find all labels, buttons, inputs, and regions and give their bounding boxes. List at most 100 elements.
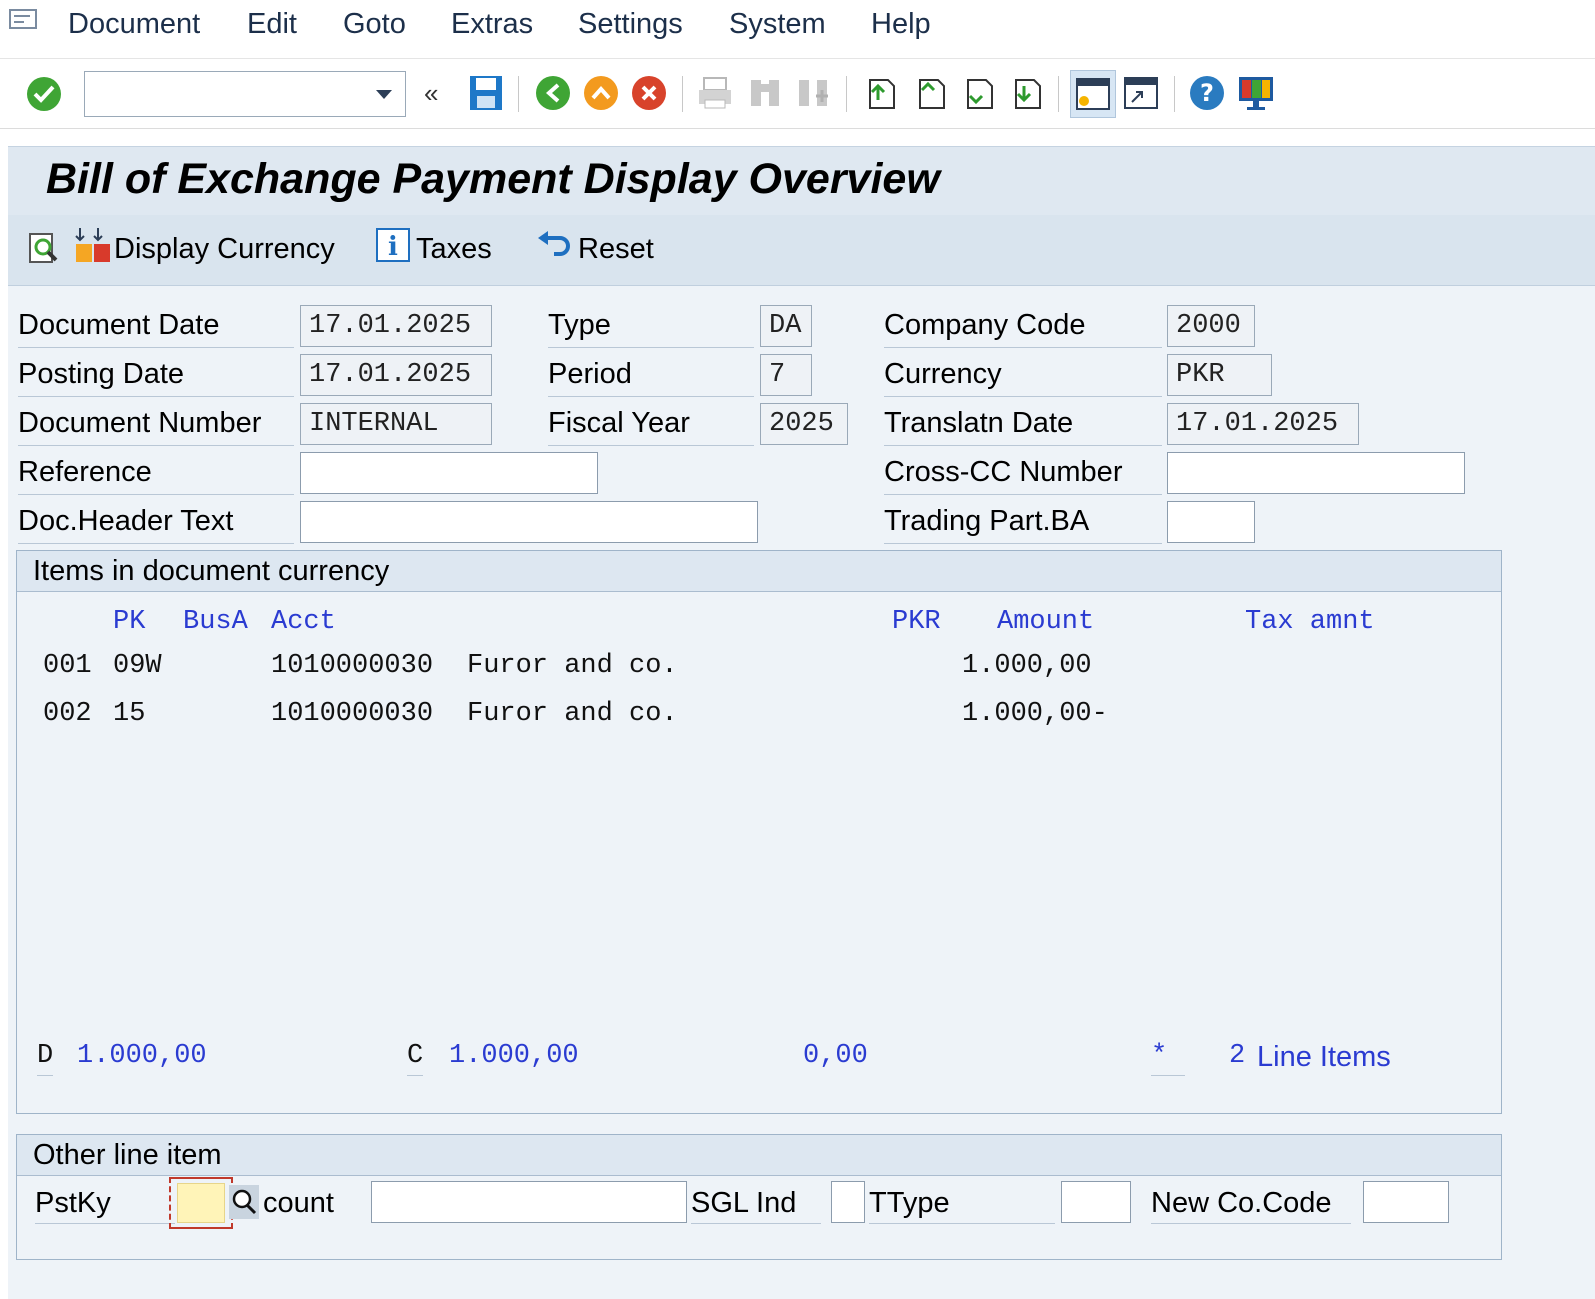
debit-total: 1.000,00 — [77, 1041, 207, 1071]
menu-help[interactable]: Help — [871, 8, 931, 41]
items-group: Items in document currency PK BusA Acct … — [16, 550, 1502, 1114]
doc-header-text-label: Doc.Header Text — [18, 501, 294, 544]
row-pk: 15 — [113, 699, 146, 729]
other-line-item-title: Other line item — [17, 1135, 1501, 1176]
document-date-field[interactable]: 17.01.2025 — [300, 305, 492, 347]
table-row[interactable]: 002 15 1010000030 Furor and co. 1.000,00… — [17, 695, 1501, 735]
back-icon[interactable] — [534, 74, 572, 114]
pstky-field[interactable] — [177, 1183, 225, 1223]
display-currency-label: Display Currency — [114, 232, 335, 265]
menu-goto[interactable]: Goto — [343, 8, 406, 41]
pstky-label: PstKy — [35, 1183, 175, 1224]
svg-text:?: ? — [1200, 79, 1214, 107]
menu-settings[interactable]: Settings — [578, 8, 683, 41]
other-line-item-group: Other line item PstKy count SGL Ind TTyp… — [16, 1134, 1502, 1260]
company-code-label: Company Code — [884, 305, 1162, 348]
currency-field[interactable]: PKR — [1167, 354, 1272, 396]
previous-page-icon[interactable] — [910, 74, 948, 114]
reset-label: Reset — [578, 232, 654, 265]
menu-system[interactable]: System — [729, 8, 826, 41]
menu-bar: Document Edit Goto Extras Settings Syste… — [0, 0, 1595, 59]
search-help-icon[interactable] — [229, 1185, 259, 1219]
help-icon[interactable]: ? — [1188, 74, 1226, 114]
posting-date-label: Posting Date — [18, 354, 294, 397]
translatn-date-field[interactable]: 17.01.2025 — [1167, 403, 1359, 445]
type-field[interactable]: DA — [760, 305, 812, 347]
row-amount: 1.000,00- — [962, 699, 1108, 729]
display-currency-button[interactable]: Display Currency — [74, 228, 335, 269]
collapse-icon[interactable]: « — [424, 78, 462, 118]
reset-button[interactable]: Reset — [536, 229, 654, 269]
trading-part-ba-label: Trading Part.BA — [884, 501, 1162, 544]
type-label: Type — [548, 305, 754, 348]
balance-total: 0,00 — [803, 1041, 868, 1071]
account-field[interactable] — [371, 1181, 687, 1223]
taxes-button[interactable]: i Taxes — [376, 228, 492, 270]
info-icon: i — [376, 228, 410, 270]
translatn-date-label: Translatn Date — [884, 403, 1162, 446]
reference-field[interactable] — [300, 452, 598, 494]
page-title: Bill of Exchange Payment Display Overvie… — [46, 155, 940, 203]
row-account-name: Furor and co. — [467, 699, 678, 729]
enter-icon[interactable] — [24, 74, 62, 114]
cancel-icon[interactable] — [630, 74, 668, 114]
posting-date-field[interactable]: 17.01.2025 — [300, 354, 492, 396]
period-label: Period — [548, 354, 754, 397]
next-page-icon[interactable] — [958, 74, 996, 114]
cross-cc-number-field[interactable] — [1167, 452, 1465, 494]
new-co-code-label: New Co.Code — [1151, 1183, 1351, 1224]
menu-document[interactable]: Document — [68, 8, 200, 41]
document-number-field[interactable]: INTERNAL — [300, 403, 492, 445]
account-label: count — [263, 1187, 334, 1219]
column-currency: PKR — [892, 607, 941, 637]
command-dropdown-icon[interactable] — [375, 88, 393, 106]
print-icon[interactable] — [696, 74, 734, 114]
row-account: 1010000030 — [271, 651, 434, 681]
debit-label: D — [37, 1041, 54, 1076]
credit-total: 1.000,00 — [449, 1041, 579, 1071]
column-tax-amount: Tax amnt — [1245, 607, 1375, 637]
reference-label: Reference — [18, 452, 294, 495]
trading-part-ba-field[interactable] — [1167, 501, 1255, 543]
command-field[interactable] — [84, 71, 406, 117]
menu-extras[interactable]: Extras — [451, 8, 533, 41]
exit-icon[interactable] — [582, 74, 620, 114]
customize-layout-icon[interactable] — [1236, 74, 1274, 114]
create-session-icon[interactable] — [1070, 70, 1116, 118]
first-page-icon[interactable] — [860, 74, 898, 114]
find-icon[interactable] — [746, 74, 784, 114]
row-pk: 09W — [113, 651, 162, 681]
cross-cc-number-label: Cross-CC Number — [884, 452, 1162, 495]
row-account: 1010000030 — [271, 699, 434, 729]
menu-icon[interactable] — [8, 8, 42, 39]
document-number-label: Document Number — [18, 403, 294, 446]
taxes-label: Taxes — [416, 232, 492, 265]
title-bar: Bill of Exchange Payment Display Overvie… — [8, 146, 1595, 216]
fiscal-year-field[interactable]: 2025 — [760, 403, 848, 445]
period-field[interactable]: 7 — [760, 354, 812, 396]
new-co-code-field[interactable] — [1363, 1181, 1449, 1223]
column-acct: Acct — [271, 607, 336, 637]
column-amount: Amount — [997, 607, 1095, 637]
line-items-label: Line Items — [1257, 1041, 1391, 1073]
company-code-field[interactable]: 2000 — [1167, 305, 1255, 347]
find-next-icon[interactable] — [794, 74, 832, 114]
table-row[interactable]: 001 09W 1010000030 Furor and co. 1.000,0… — [17, 647, 1501, 687]
shortcut-icon[interactable] — [1122, 74, 1160, 114]
sgl-ind-field[interactable] — [831, 1181, 865, 1223]
document-date-label: Document Date — [18, 305, 294, 348]
credit-label: C — [407, 1041, 424, 1076]
ttype-field[interactable] — [1061, 1181, 1131, 1223]
save-icon[interactable] — [468, 74, 506, 114]
display-document-icon[interactable] — [26, 229, 62, 269]
menu-edit[interactable]: Edit — [247, 8, 297, 41]
standard-toolbar: « ? — [0, 62, 1595, 129]
svg-text:i: i — [388, 232, 398, 262]
column-pk: PK — [113, 607, 146, 637]
application-toolbar: Display Currency i Taxes Reset — [8, 215, 1595, 286]
doc-header-text-field[interactable] — [300, 501, 758, 543]
last-page-icon[interactable] — [1006, 74, 1044, 114]
currency-label: Currency — [884, 354, 1162, 397]
row-number: 001 — [43, 651, 92, 681]
row-number: 002 — [43, 699, 92, 729]
